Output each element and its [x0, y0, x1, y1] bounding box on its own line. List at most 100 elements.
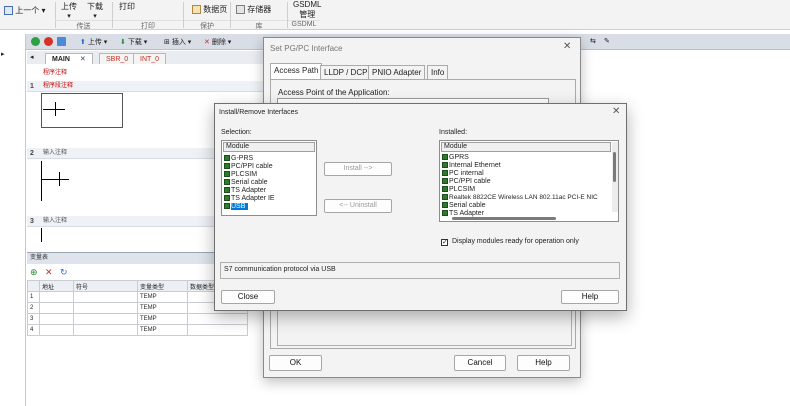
toolbar-insert-button[interactable]: ⊞ 插入 ▾ [164, 37, 191, 47]
tab-sbr0[interactable]: SBR_0 [99, 53, 136, 64]
row-number: 2 [27, 302, 40, 314]
tree-expand-icon[interactable]: ▸ [1, 50, 5, 58]
status-text: S7 communication protocol via USB [224, 266, 336, 273]
help-button[interactable]: Help [517, 355, 570, 371]
print-label: 打印 [119, 2, 135, 11]
selection-list[interactable]: Module G-PRS PC/PPI cable PLCSIM Serial … [221, 140, 317, 216]
table-row[interactable]: 4 TEMP [27, 324, 248, 336]
network-number: 2 [30, 150, 34, 157]
module-column-header[interactable]: Module [223, 142, 315, 152]
network-comment: 程序段注释 [43, 83, 74, 89]
gsdml-manage-label: 管理 [299, 10, 316, 19]
gsdml-manage-button[interactable]: GSDML 管理 [293, 0, 321, 20]
edit-icon[interactable]: ✎ [604, 37, 610, 45]
print-button[interactable]: 打印 [119, 1, 135, 12]
uninstall-button[interactable]: <-- Uninstall [324, 199, 392, 213]
var-type-cell[interactable]: TEMP [137, 291, 188, 303]
tab-sbr0-label: SBR_0 [106, 56, 129, 63]
group-label-gsdml: GSDML [288, 20, 320, 29]
column-address[interactable]: 地址 [39, 280, 74, 292]
run-icon[interactable] [31, 37, 40, 46]
list-item[interactable]: TS Adapter IE [224, 195, 275, 203]
prev-icon [4, 6, 13, 16]
memory-icon [236, 5, 245, 15]
install-button[interactable]: Install --> [324, 162, 392, 176]
toolbar-download-button[interactable]: ⬇ 下载 ▾ [120, 37, 147, 47]
close-icon[interactable]: ✕ [563, 41, 571, 52]
data-page-button[interactable]: 数据页 [192, 4, 227, 15]
tab-lldp-dcp[interactable]: LLDP / DCP [320, 65, 372, 79]
close-button[interactable]: Close [221, 290, 275, 304]
prev-label: 上一个 [15, 6, 40, 15]
toolbar-upload-button[interactable]: ⬆ 上传 ▾ [80, 37, 107, 47]
module-icon [442, 170, 448, 176]
cancel-button[interactable]: Cancel [454, 355, 506, 371]
var-type-cell[interactable]: TEMP [137, 324, 188, 336]
dialog-title: Install/Remove Interfaces [219, 109, 298, 116]
installed-vscroll[interactable] [612, 142, 618, 212]
column-symbol[interactable]: 符号 [73, 280, 138, 292]
table-row[interactable]: 3 TEMP [27, 313, 248, 325]
list-item[interactable]: G-PRS [224, 155, 253, 163]
list-item[interactable]: PLCSIM [224, 171, 257, 179]
stop-icon[interactable] [44, 37, 53, 46]
toolbar-delete-button[interactable]: ✕ 删除 ▾ [204, 37, 231, 47]
installed-hscroll[interactable] [452, 217, 556, 220]
list-item[interactable]: TS Adapter [224, 187, 266, 195]
tab-label: Info [431, 68, 445, 77]
list-item[interactable]: GPRS [442, 154, 469, 162]
list-item[interactable]: Serial cable [442, 202, 486, 210]
display-ready-label: Display modules ready for operation only [452, 238, 579, 245]
network-icon[interactable]: ⇆ [590, 37, 596, 45]
program-comment: 程序注释 [43, 70, 68, 76]
var-type-cell[interactable]: TEMP [137, 313, 188, 325]
delete-icon: ✕ [204, 39, 210, 46]
details-box [277, 306, 572, 346]
ok-button[interactable]: OK [269, 355, 322, 371]
compile-icon[interactable] [57, 37, 66, 46]
list-item[interactable]: Realtek 8822CE Wireless LAN 802.11ac PCI… [442, 194, 598, 202]
close-icon[interactable]: ✕ [612, 106, 620, 117]
tab-access-path[interactable]: Access Path [270, 63, 323, 79]
tab-pnio-adapter[interactable]: PNIO Adapter [368, 65, 426, 79]
toolbar-download-label: 下载 [127, 39, 142, 46]
network-1-rung[interactable] [41, 93, 123, 128]
upload-label: 上传 [61, 2, 77, 11]
tab-main[interactable]: MAIN ✕ [45, 53, 93, 64]
download-button[interactable]: 下载 ▾ [87, 1, 103, 20]
help-button[interactable]: Help [561, 290, 619, 304]
list-item[interactable]: PC/PPI cable [442, 178, 491, 186]
list-item[interactable]: PC/PPI cable [224, 163, 273, 171]
memory-button[interactable]: 存储器 [236, 4, 271, 15]
column-var-type[interactable]: 变量类型 [137, 280, 188, 292]
network-1-header[interactable]: 1 程序段注释 [27, 81, 263, 92]
add-row-icon[interactable]: ⊕ [30, 267, 38, 278]
list-item[interactable]: PLCSIM [442, 186, 475, 194]
installed-list[interactable]: Module GPRS Internal Ethernet PC interna… [439, 140, 619, 222]
upload-button[interactable]: 上传 ▾ [61, 1, 77, 20]
module-icon [224, 171, 230, 177]
tab-int0[interactable]: INT_0 [133, 53, 167, 64]
list-item[interactable]: Serial cable [224, 179, 268, 187]
scrollbar-thumb[interactable] [613, 152, 616, 182]
access-point-label: Access Point of the Application: [278, 88, 390, 97]
module-icon [442, 202, 448, 208]
module-column-header[interactable]: Module [441, 142, 611, 152]
delete-row-icon[interactable]: ✕ [45, 267, 53, 278]
module-icon [224, 187, 230, 193]
display-ready-checkbox[interactable]: ✓ [441, 239, 448, 246]
list-item-selected[interactable]: USB [224, 203, 249, 211]
tab-scroll-left-icon[interactable]: ◂ [30, 53, 34, 61]
refresh-icon[interactable]: ↻ [60, 267, 68, 278]
lock-icon [192, 5, 201, 15]
data-page-label: 数据页 [203, 5, 228, 14]
var-type-cell[interactable]: TEMP [137, 302, 188, 314]
installed-label: Installed: [439, 129, 468, 136]
prev-button[interactable]: 上一个 ▾ [4, 5, 45, 16]
list-item[interactable]: Internal Ethernet [442, 162, 501, 170]
close-icon[interactable]: ✕ [80, 56, 86, 63]
network-number: 1 [30, 83, 34, 90]
program-tab-bar: ◂ MAIN ✕ SBR_0 INT_0 [27, 51, 290, 64]
tab-info[interactable]: Info [427, 65, 449, 79]
list-item[interactable]: PC internal [442, 170, 484, 178]
